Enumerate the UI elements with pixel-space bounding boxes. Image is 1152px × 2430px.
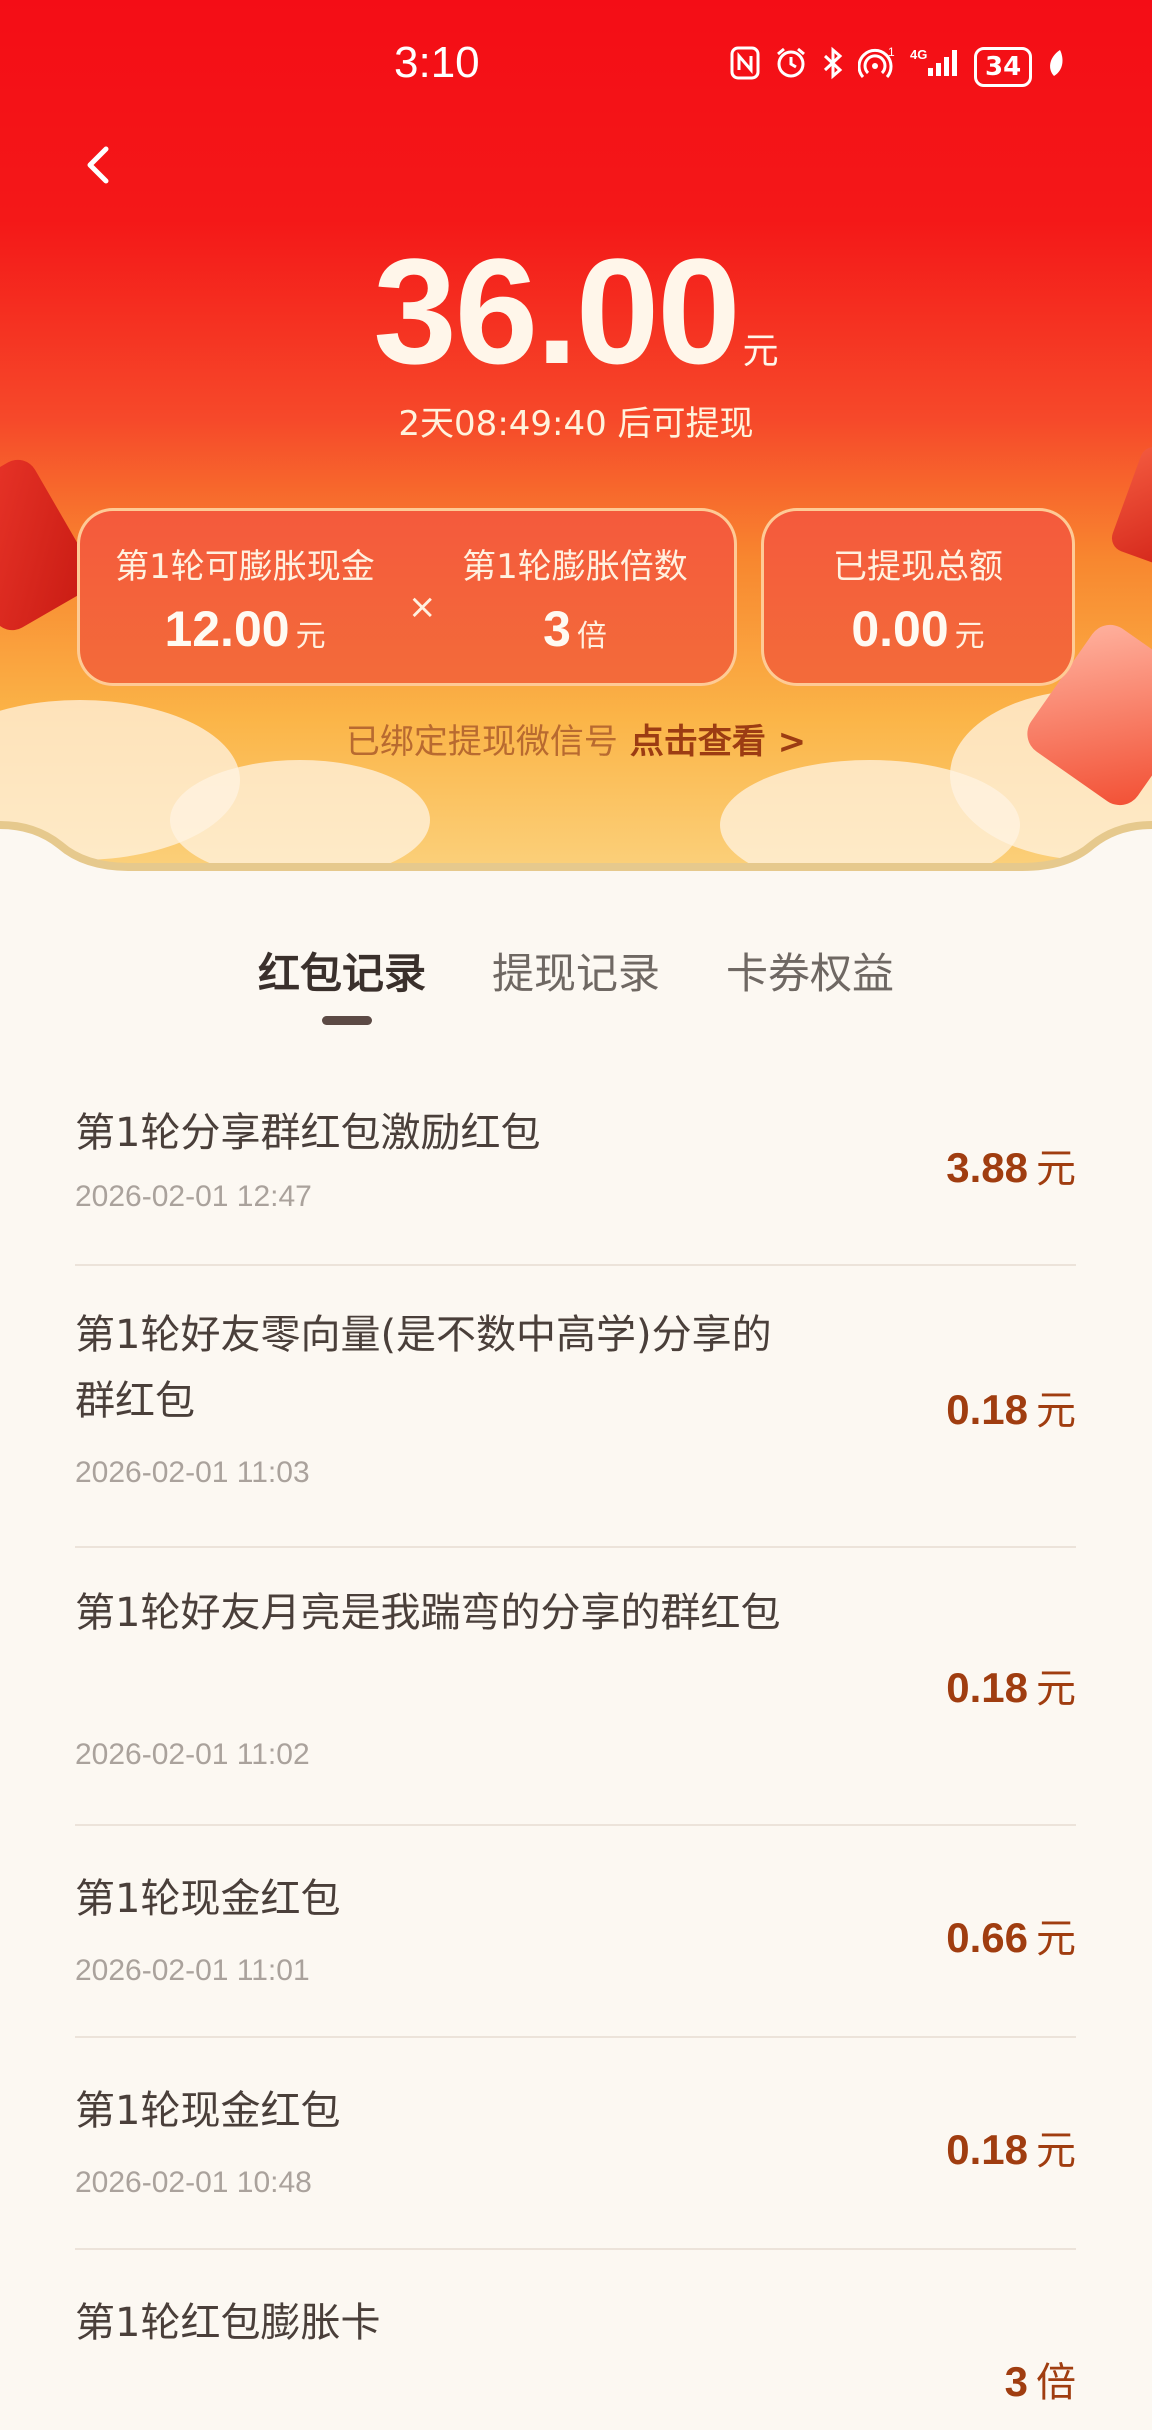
- record-amount-unit: 元: [1036, 1916, 1076, 1962]
- hero-bottom-wave: [0, 805, 1152, 885]
- record-amount-value: 0.18: [946, 1664, 1028, 1711]
- tab-withdraw-records[interactable]: 提现记录: [492, 940, 660, 1001]
- multiplier-value: 3: [543, 601, 571, 657]
- record-title: 第1轮现金红包: [75, 2088, 341, 2134]
- list-item[interactable]: 第1轮现金红包 2026-02-01 10:48 0.18 元: [75, 2038, 1076, 2250]
- red-envelope-decoration-right-top: [1107, 443, 1152, 567]
- alarm-icon: [774, 46, 808, 88]
- nfc-icon: [730, 46, 760, 88]
- tab-coupon-benefits[interactable]: 卡券权益: [726, 940, 894, 1001]
- record-amount: 3倍: [1005, 2350, 1076, 2408]
- record-amount-value: 3: [1004, 2358, 1028, 2405]
- record-title: 第1轮好友零向量(是不数中高学)分享的群红包: [75, 1312, 772, 1424]
- record-amount-value: 3.88: [946, 1144, 1028, 1191]
- wechat-bind-text: 已绑定提现微信号: [345, 722, 618, 762]
- withdrawn-label: 已提现总额: [833, 547, 1003, 587]
- cash-stat: 第1轮可膨胀现金 12.00 元: [80, 539, 410, 658]
- withdrawn-stat: 已提现总额 0.00 元: [764, 539, 1072, 658]
- withdrawn-card: 已提现总额 0.00 元: [761, 508, 1075, 686]
- active-tab-indicator: [322, 1016, 372, 1025]
- record-title: 第1轮现金红包: [75, 1876, 341, 1922]
- record-amount: 0.18 元: [946, 2118, 1076, 2176]
- record-title: 第1轮好友月亮是我踹弯的分享的群红包: [75, 1590, 781, 1636]
- withdrawn-value: 0.00: [851, 601, 949, 657]
- back-arrow-icon: [87, 146, 109, 184]
- balance-amount: 36.00 元: [0, 225, 1152, 398]
- multiplier-unit: 倍: [576, 619, 607, 654]
- record-amount-unit: 元: [1036, 2128, 1076, 2174]
- record-list: 第1轮分享群红包激励红包 2026-02-01 12:47 3.88 元 第1轮好…: [75, 1062, 1076, 2430]
- balance-unit: 元: [742, 331, 779, 372]
- hotspot-icon: 1: [857, 45, 896, 88]
- record-amount-unit: 元: [1036, 1388, 1076, 1434]
- record-amount: 0.66 元: [946, 1906, 1076, 1964]
- record-amount-unit: 倍: [1036, 2360, 1076, 2406]
- tab-red-envelope-records[interactable]: 红包记录: [258, 940, 426, 1001]
- record-title: 第1轮分享群红包激励红包: [75, 1110, 541, 1156]
- record-amount-value: 0.18: [946, 2126, 1028, 2173]
- status-icons: 1 4G 34: [730, 42, 1066, 92]
- expansion-card: 第1轮可膨胀现金 12.00 元 × 第1轮膨胀倍数 3倍: [77, 508, 737, 686]
- wechat-bind-row: 已绑定提现微信号 点击查看 >: [0, 714, 1152, 763]
- cash-unit: 元: [295, 619, 326, 654]
- view-wechat-link[interactable]: 点击查看 >: [630, 722, 806, 762]
- list-item[interactable]: 第1轮好友月亮是我踹弯的分享的群红包 2026-02-01 11:02 0.18…: [75, 1548, 1076, 1826]
- record-amount-unit: 元: [1036, 1666, 1076, 1712]
- record-amount-value: 0.66: [946, 1914, 1028, 1961]
- record-date: 2026-02-01 12:47: [75, 1180, 312, 1213]
- record-title: 第1轮红包膨胀卡: [75, 2300, 381, 2346]
- record-amount-unit: 元: [1036, 1146, 1076, 1192]
- status-time: 3:10: [394, 38, 480, 87]
- record-amount: 0.18 元: [946, 1378, 1076, 1436]
- multiplier-stat: 第1轮膨胀倍数 3倍: [410, 539, 740, 658]
- record-date: 2026-02-01 11:03: [75, 1456, 310, 1489]
- withdrawn-unit: 元: [954, 619, 985, 654]
- record-tabs: 红包记录 提现记录 卡券权益: [0, 940, 1152, 1030]
- leaf-icon: [1046, 48, 1066, 86]
- cash-value: 12.00: [164, 601, 290, 657]
- status-bar: 3:10 1 4G 34: [0, 0, 1152, 135]
- back-button[interactable]: [70, 135, 130, 195]
- list-item[interactable]: 第1轮红包膨胀卡 3倍: [75, 2250, 1076, 2430]
- record-amount-value: 0.18: [946, 1386, 1028, 1433]
- cash-label: 第1轮可膨胀现金: [115, 547, 375, 587]
- withdraw-countdown: 2天08:49:40 后可提现: [398, 404, 754, 444]
- svg-text:1: 1: [888, 46, 895, 59]
- list-item[interactable]: 第1轮现金红包 2026-02-01 11:01 0.66 元: [75, 1826, 1076, 2038]
- record-amount: 3.88 元: [946, 1136, 1076, 1194]
- bluetooth-icon: [822, 46, 844, 88]
- record-amount: 0.18 元: [946, 1656, 1076, 1714]
- record-date: 2026-02-01 10:48: [75, 2166, 312, 2199]
- list-item[interactable]: 第1轮好友零向量(是不数中高学)分享的群红包 2026-02-01 11:03 …: [75, 1266, 1076, 1548]
- multiplier-label: 第1轮膨胀倍数: [462, 547, 688, 587]
- list-item[interactable]: 第1轮分享群红包激励红包 2026-02-01 12:47 3.88 元: [75, 1062, 1076, 1266]
- record-date: 2026-02-01 11:02: [75, 1738, 310, 1771]
- svg-text:4G: 4G: [910, 47, 927, 62]
- battery-indicator: 34: [974, 47, 1033, 87]
- record-date: 2026-02-01 11:01: [75, 1954, 310, 1987]
- signal-4g-icon: 4G: [910, 46, 960, 88]
- balance-value: 36.00: [373, 227, 740, 395]
